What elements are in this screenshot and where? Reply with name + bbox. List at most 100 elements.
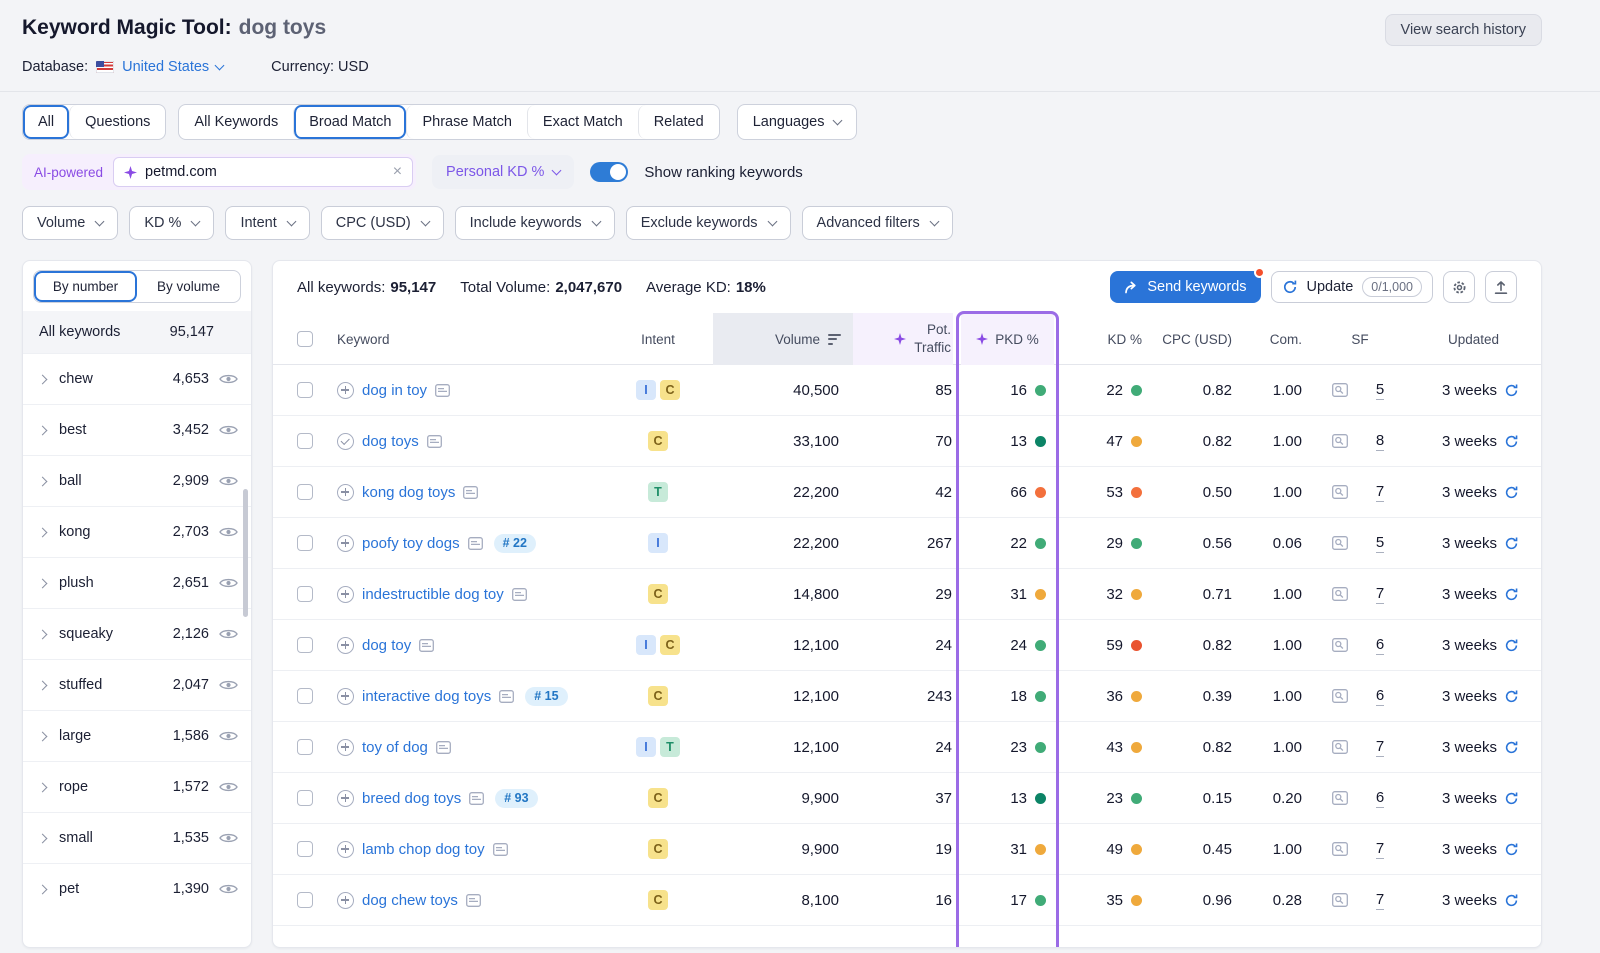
database-select[interactable]: United States xyxy=(122,59,223,75)
row-checkbox[interactable] xyxy=(297,535,313,551)
tab-questions[interactable]: Questions xyxy=(69,105,165,139)
chevron-right-icon[interactable] xyxy=(38,374,48,384)
sf-link[interactable]: 6 xyxy=(1376,789,1384,808)
chevron-right-icon[interactable] xyxy=(38,476,48,486)
serp-preview-icon[interactable] xyxy=(468,537,483,550)
row-checkbox[interactable] xyxy=(297,433,313,449)
languages-dropdown[interactable]: Languages xyxy=(737,104,858,140)
sf-link[interactable]: 6 xyxy=(1376,636,1384,655)
sidebar-group-row[interactable]: chew 4,653 xyxy=(23,353,251,404)
refresh-icon[interactable] xyxy=(1504,587,1519,602)
col-kd[interactable]: KD % xyxy=(1107,332,1150,347)
keyword-link[interactable]: interactive dog toys xyxy=(362,688,491,705)
keyword-link[interactable]: dog chew toys xyxy=(362,892,458,909)
serp-preview-icon[interactable] xyxy=(463,486,478,499)
serp-preview-icon[interactable] xyxy=(436,741,451,754)
eye-icon[interactable] xyxy=(219,475,238,487)
keyword-link[interactable]: dog in toy xyxy=(362,382,427,399)
sf-link[interactable]: 7 xyxy=(1376,840,1384,859)
sidebar-group-row[interactable]: squeaky 2,126 xyxy=(23,608,251,659)
add-keyword-icon[interactable] xyxy=(337,586,354,603)
table-settings-button[interactable] xyxy=(1443,271,1475,303)
keyword-link[interactable]: poofy toy dogs xyxy=(362,535,460,552)
tab-all-keywords[interactable]: All Keywords xyxy=(179,105,293,139)
row-checkbox[interactable] xyxy=(297,739,313,755)
refresh-icon[interactable] xyxy=(1504,893,1519,908)
filter-volume[interactable]: Volume xyxy=(22,206,118,240)
row-checkbox[interactable] xyxy=(297,382,313,398)
chevron-right-icon[interactable] xyxy=(38,782,48,792)
col-updated[interactable]: Updated xyxy=(1448,332,1519,347)
tab-phrase-match[interactable]: Phrase Match xyxy=(406,105,526,139)
eye-icon[interactable] xyxy=(219,424,238,436)
col-com[interactable]: Com. xyxy=(1270,332,1320,347)
eye-icon[interactable] xyxy=(219,577,238,589)
sidebar-group-row[interactable]: small 1,535 xyxy=(23,812,251,863)
keyword-link[interactable]: indestructible dog toy xyxy=(362,586,504,603)
keyword-search-input[interactable] xyxy=(145,164,385,180)
serp-features-icon[interactable] xyxy=(1332,689,1348,703)
sidebar-group-row[interactable]: stuffed 2,047 xyxy=(23,659,251,710)
refresh-icon[interactable] xyxy=(1504,383,1519,398)
serp-preview-icon[interactable] xyxy=(512,588,527,601)
col-cpc[interactable]: CPC (USD) xyxy=(1162,332,1250,347)
keyword-link[interactable]: toy of dog xyxy=(362,739,428,756)
add-keyword-icon[interactable] xyxy=(337,484,354,501)
sidebar-group-row[interactable]: best 3,452 xyxy=(23,404,251,455)
add-keyword-icon[interactable] xyxy=(337,892,354,909)
sf-link[interactable]: 7 xyxy=(1376,891,1384,910)
serp-features-icon[interactable] xyxy=(1332,587,1348,601)
row-checkbox[interactable] xyxy=(297,637,313,653)
keyword-link[interactable]: dog toy xyxy=(362,637,411,654)
eye-icon[interactable] xyxy=(219,628,238,640)
sf-link[interactable]: 6 xyxy=(1376,687,1384,706)
add-keyword-icon[interactable] xyxy=(337,688,354,705)
filter-cpc-usd[interactable]: CPC (USD) xyxy=(321,206,444,240)
row-checkbox[interactable] xyxy=(297,688,313,704)
chevron-right-icon[interactable] xyxy=(38,527,48,537)
refresh-icon[interactable] xyxy=(1504,638,1519,653)
eye-icon[interactable] xyxy=(219,883,238,895)
update-button[interactable]: Update 0/1,000 xyxy=(1271,271,1433,303)
view-search-history-button[interactable]: View search history xyxy=(1385,14,1542,46)
add-keyword-icon[interactable] xyxy=(337,637,354,654)
eye-icon[interactable] xyxy=(219,781,238,793)
sf-link[interactable]: 5 xyxy=(1376,381,1384,400)
row-checkbox[interactable] xyxy=(297,892,313,908)
col-keyword[interactable]: Keyword xyxy=(329,332,390,347)
clear-input-icon[interactable]: × xyxy=(393,164,402,180)
refresh-icon[interactable] xyxy=(1504,842,1519,857)
serp-features-icon[interactable] xyxy=(1332,485,1348,499)
chevron-right-icon[interactable] xyxy=(38,884,48,894)
select-all-checkbox[interactable] xyxy=(297,331,313,347)
filter-include-keywords[interactable]: Include keywords xyxy=(455,206,615,240)
row-checkbox[interactable] xyxy=(297,790,313,806)
by-volume-button[interactable]: By volume xyxy=(137,271,240,302)
personal-kd-dropdown[interactable]: Personal KD % xyxy=(432,155,574,189)
keyword-search-box[interactable]: × xyxy=(113,157,413,187)
serp-preview-icon[interactable] xyxy=(435,384,450,397)
added-keyword-icon[interactable] xyxy=(337,433,354,450)
sidebar-group-row[interactable]: plush 2,651 xyxy=(23,557,251,608)
tab-broad-match[interactable]: Broad Match xyxy=(293,105,406,139)
eye-icon[interactable] xyxy=(219,679,238,691)
col-sf[interactable]: SF xyxy=(1351,332,1368,347)
filter-exclude-keywords[interactable]: Exclude keywords xyxy=(626,206,791,240)
serp-preview-icon[interactable] xyxy=(469,792,484,805)
add-keyword-icon[interactable] xyxy=(337,535,354,552)
sidebar-group-row[interactable]: pet 1,390 xyxy=(23,863,251,914)
export-button[interactable] xyxy=(1485,271,1517,303)
sidebar-group-row[interactable]: rope 1,572 xyxy=(23,761,251,812)
row-checkbox[interactable] xyxy=(297,841,313,857)
keyword-link[interactable]: breed dog toys xyxy=(362,790,461,807)
serp-features-icon[interactable] xyxy=(1332,638,1348,652)
serp-preview-icon[interactable] xyxy=(427,435,442,448)
col-pot-traffic[interactable]: Pot. Traffic xyxy=(853,313,953,365)
keyword-link[interactable]: dog toys xyxy=(362,433,419,450)
chevron-right-icon[interactable] xyxy=(38,731,48,741)
refresh-icon[interactable] xyxy=(1504,485,1519,500)
chevron-right-icon[interactable] xyxy=(38,629,48,639)
add-keyword-icon[interactable] xyxy=(337,382,354,399)
serp-features-icon[interactable] xyxy=(1332,434,1348,448)
keyword-link[interactable]: kong dog toys xyxy=(362,484,455,501)
